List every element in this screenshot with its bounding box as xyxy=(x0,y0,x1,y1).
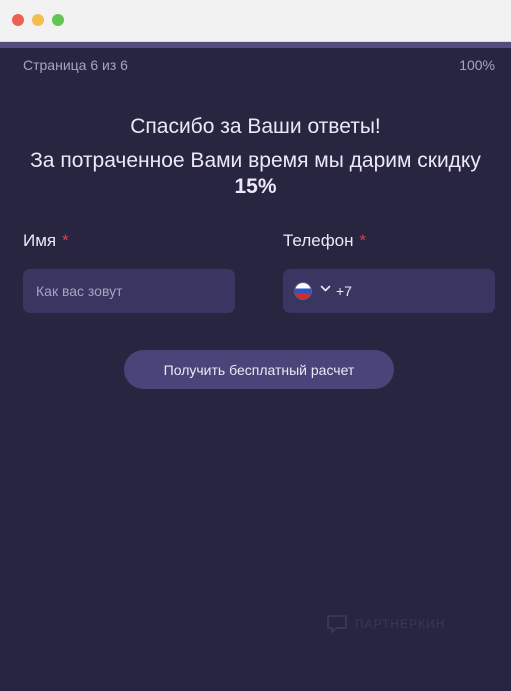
discount-message-text: За потраченное Вами время мы дарим скидк… xyxy=(30,149,481,172)
progress-bar xyxy=(0,42,511,48)
watermark-text: ПАРТНЕРКИН xyxy=(355,617,446,631)
phone-field-label: Телефон * xyxy=(283,231,366,251)
minimize-window-button[interactable] xyxy=(32,14,44,26)
window-titlebar xyxy=(0,0,511,42)
name-required-mark: * xyxy=(62,231,69,250)
maximize-window-button[interactable] xyxy=(52,14,64,26)
russia-flag-icon xyxy=(295,283,311,299)
browser-window: Страница 6 из 6 100% Спасибо за Ваши отв… xyxy=(0,0,511,691)
name-input[interactable] xyxy=(23,269,235,313)
phone-label-text: Телефон xyxy=(283,231,354,250)
progress-percent: 100% xyxy=(459,57,495,73)
close-window-button[interactable] xyxy=(12,14,24,26)
discount-value: 15% xyxy=(234,175,277,198)
progress-bar-fill xyxy=(0,42,511,48)
phone-required-mark: * xyxy=(359,231,367,250)
phone-field xyxy=(283,269,495,313)
phone-input[interactable] xyxy=(336,269,486,313)
name-label-text: Имя xyxy=(23,231,57,250)
page-title: Спасибо за Ваши ответы! xyxy=(130,115,381,138)
get-free-estimate-button[interactable]: Получить бесплатный расчет xyxy=(124,350,394,389)
chevron-down-icon xyxy=(320,285,331,292)
name-field-label: Имя * xyxy=(23,231,69,251)
chat-bubble-icon xyxy=(327,615,347,633)
watermark: ПАРТНЕРКИН xyxy=(325,611,445,637)
discount-message: За потраченное Вами время мы дарим скидк… xyxy=(20,148,491,200)
page-counter: Страница 6 из 6 xyxy=(23,57,128,73)
